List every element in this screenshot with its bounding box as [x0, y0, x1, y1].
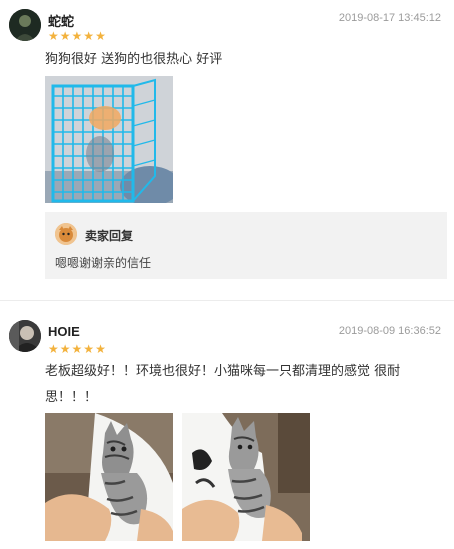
seller-reply: 卖家回复 嗯嗯谢谢亲的信任 — [45, 212, 447, 279]
review-text-line: 老板超级好！！环境也很好！小猫咪每一只都清理的感觉 很耐 — [45, 364, 401, 379]
star-icon: ★ — [83, 29, 95, 43]
review-time: 2019-08-09 16:36:52 — [338, 325, 441, 337]
review-photo[interactable] — [182, 413, 310, 541]
star-icon: ★ — [95, 342, 106, 356]
review-photo[interactable] — [45, 413, 173, 541]
reviewer-name: 蛇蛇 — [48, 15, 75, 30]
review-photo[interactable] — [45, 76, 173, 203]
avatar[interactable] — [9, 320, 41, 352]
avatar[interactable] — [9, 9, 41, 41]
seller-avatar — [55, 223, 77, 245]
star-icon: ★ — [48, 342, 59, 356]
divider — [0, 300, 454, 301]
review-time: 2019-08-17 13:45:12 — [338, 12, 441, 24]
star-icon: ★ — [71, 342, 83, 356]
star-icon: ★ — [83, 342, 95, 356]
star-icon: ★ — [59, 342, 71, 356]
review-text: 老板超级好！！环境也很好！小猫咪每一只都清理的感觉 很耐 思！！！ — [45, 359, 445, 411]
reply-text: 嗯嗯谢谢亲的信任 — [55, 256, 152, 270]
reviewer-name: HOIE — [48, 324, 80, 339]
review-text: 狗狗很好 送狗的也很热心 好评 — [45, 52, 223, 67]
star-icon: ★ — [71, 29, 83, 43]
star-icon: ★ — [48, 29, 59, 43]
star-icon: ★ — [59, 29, 71, 43]
reply-title: 卖家回复 — [85, 229, 134, 243]
star-rating: ★ ★ ★ ★ ★ — [48, 30, 106, 42]
star-rating: ★ ★ ★ ★ ★ — [48, 343, 106, 355]
review-text-line: 思！！！ — [45, 390, 98, 405]
star-icon: ★ — [95, 29, 106, 43]
